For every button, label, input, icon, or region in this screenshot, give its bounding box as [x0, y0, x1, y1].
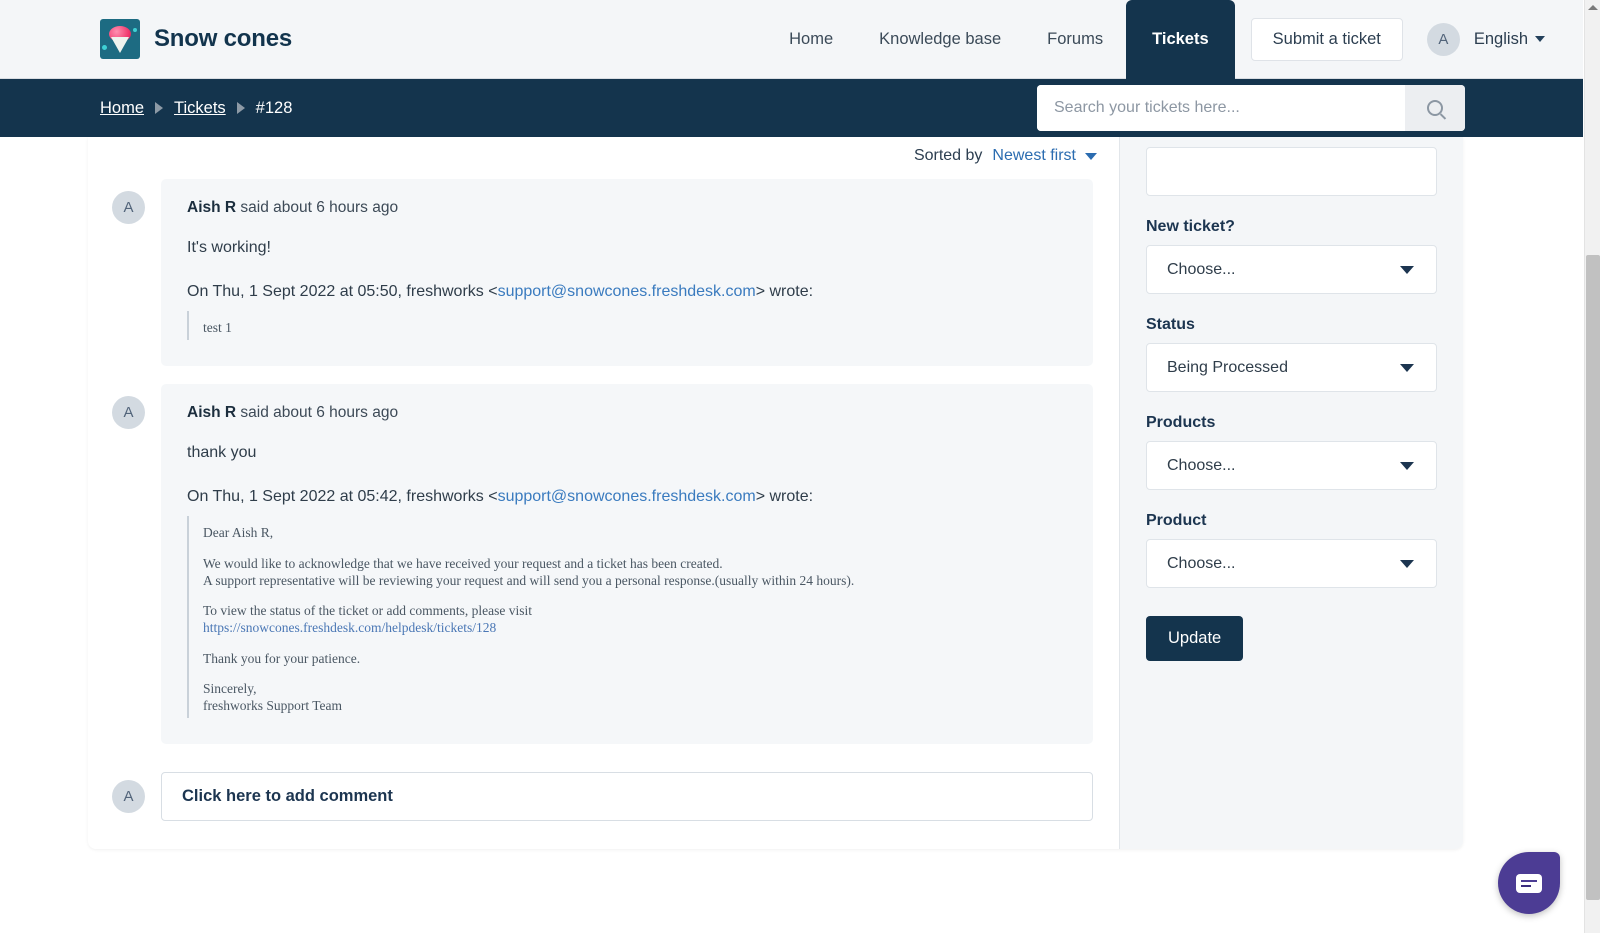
quoted-email: test 1 — [187, 311, 1067, 341]
breadcrumb-current: #128 — [255, 98, 293, 117]
sort-control: Sorted by Newest first — [88, 137, 1097, 179]
select-product[interactable]: Choose... — [1146, 539, 1437, 588]
triangle-right-icon — [155, 102, 164, 114]
caret-down-icon — [1085, 152, 1097, 160]
quote-intro-suffix: > wrote: — [755, 488, 814, 506]
language-selector[interactable]: English — [1474, 30, 1545, 49]
comment-body: thank you — [187, 444, 257, 462]
avatar: A — [112, 780, 145, 814]
language-label: English — [1473, 29, 1528, 48]
quote-intro-prefix: On Thu, 1 Sept 2022 at 05:50, freshworks… — [187, 283, 498, 300]
nav-item-home[interactable]: Home — [766, 0, 856, 79]
sort-label: Sorted by — [913, 147, 983, 164]
search-button[interactable] — [1405, 85, 1465, 131]
quote-intro-suffix: > wrote: — [755, 283, 814, 300]
ticket-search — [1037, 85, 1465, 131]
sort-value-label: Newest first — [992, 147, 1076, 164]
triangle-right-icon — [236, 102, 245, 114]
add-comment-row: A Click here to add comment — [88, 772, 1093, 822]
ticket-detail-card: Sorted by Newest first A Aish R said abo… — [88, 137, 1463, 849]
ticket-properties-sidebar: New ticket? Choose... Status Being Proce… — [1119, 137, 1463, 849]
nav-right-group: Home Knowledge base Forums Tickets Submi… — [766, 0, 1583, 79]
quoted-line-text: To view the status of the ticket or add … — [203, 603, 532, 619]
quote-intro: On Thu, 1 Sept 2022 at 05:42, freshworks… — [187, 488, 1067, 506]
sort-value-dropdown[interactable]: Newest first — [992, 147, 1097, 165]
comment-meta: Aish R said about 6 hours ago — [187, 199, 1067, 217]
snow-cone-logo-icon — [100, 19, 140, 59]
select-status-value: Being Processed — [1167, 358, 1288, 376]
brand-title: Snow cones — [154, 25, 293, 52]
select-new-ticket[interactable]: Choose... — [1146, 245, 1437, 294]
chat-widget-button[interactable] — [1498, 852, 1560, 914]
add-comment-input[interactable]: Click here to add comment — [161, 772, 1093, 822]
breadcrumb-tickets[interactable]: Tickets — [174, 99, 226, 118]
submit-ticket-button[interactable]: Submit a ticket — [1250, 17, 1403, 61]
nav-item-tickets[interactable]: Tickets — [1126, 0, 1235, 79]
caret-down-icon — [1400, 265, 1414, 274]
quote-email-link[interactable]: support@snowcones.freshdesk.com — [498, 283, 756, 300]
scrollbar-thumb[interactable] — [1586, 255, 1600, 900]
comment-author: Aish R — [187, 199, 237, 216]
search-icon — [1427, 100, 1443, 116]
field-label-status: Status — [1146, 316, 1195, 333]
ticket-url-link[interactable]: https://snowcones.freshdesk.com/helpdesk… — [203, 620, 496, 635]
quoted-line: To view the status of the ticket or add … — [203, 602, 1067, 637]
field-label-products: Products — [1146, 414, 1216, 431]
quoted-line: Thank you for your patience. — [203, 650, 361, 666]
brand[interactable]: Snow cones — [100, 19, 292, 59]
avatar: A — [112, 396, 145, 430]
search-input[interactable] — [1037, 85, 1405, 131]
select-status[interactable]: Being Processed — [1146, 343, 1437, 392]
select-new-ticket-value: Choose... — [1167, 260, 1236, 278]
field-label-new-ticket: New ticket? — [1146, 218, 1235, 235]
select-products[interactable]: Choose... — [1146, 441, 1437, 490]
comment-time: said about 6 hours ago — [236, 404, 399, 422]
breadcrumb: Home Tickets #128 — [100, 99, 292, 118]
quote-intro: On Thu, 1 Sept 2022 at 05:50, freshworks… — [187, 283, 1067, 301]
quoted-line: test 1 — [203, 320, 232, 335]
comment-meta: Aish R said about 6 hours ago — [187, 404, 1067, 422]
caret-down-icon — [1400, 461, 1414, 470]
top-field-partial[interactable] — [1146, 147, 1437, 196]
breadcrumb-home[interactable]: Home — [100, 99, 144, 118]
quoted-email: Dear Aish R, We would like to acknowledg… — [187, 516, 1067, 719]
field-label-product: Product — [1146, 512, 1207, 529]
quoted-line: Dear Aish R, — [203, 525, 274, 541]
scroll-up-arrow-icon[interactable] — [1588, 2, 1598, 12]
conversation-column: Sorted by Newest first A Aish R said abo… — [88, 137, 1119, 849]
update-button[interactable]: Update — [1146, 616, 1244, 661]
quoted-line-text: We would like to acknowledge that we hav… — [203, 555, 723, 571]
user-avatar[interactable]: A — [1426, 22, 1460, 56]
main-nav: Home Knowledge base Forums Tickets — [766, 0, 1235, 79]
caret-down-icon — [1400, 559, 1414, 568]
select-product-value: Choose... — [1167, 554, 1236, 572]
nav-item-forums[interactable]: Forums — [1024, 0, 1126, 79]
page-scrollbar[interactable] — [1584, 0, 1600, 933]
comment-item: A Aish R said about 6 hours ago It's wor… — [88, 179, 1093, 367]
quoted-line-text: Sincerely, — [203, 680, 257, 696]
comment-bubble: Aish R said about 6 hours ago thank you … — [161, 384, 1093, 745]
comment-item: A Aish R said about 6 hours ago thank yo… — [88, 384, 1093, 745]
caret-down-icon — [1400, 363, 1414, 372]
quoted-line-text: A support representative will be reviewi… — [203, 572, 855, 588]
breadcrumb-bar: Home Tickets #128 — [0, 79, 1583, 137]
quote-email-link[interactable]: support@snowcones.freshdesk.com — [498, 488, 756, 505]
quoted-line: Sincerely, freshworks Support Team — [203, 680, 1067, 715]
comment-time: said about 6 hours ago — [236, 199, 399, 216]
quote-intro-prefix: On Thu, 1 Sept 2022 at 05:42, freshworks… — [187, 488, 498, 506]
chat-bubble-icon — [1516, 873, 1542, 893]
nav-item-knowledge-base[interactable]: Knowledge base — [856, 0, 1024, 79]
comment-body: It's working! — [187, 239, 271, 256]
select-products-value: Choose... — [1167, 456, 1236, 474]
comment-bubble: Aish R said about 6 hours ago It's worki… — [161, 179, 1093, 367]
quoted-line-text: freshworks Support Team — [203, 698, 343, 714]
quoted-line: We would like to acknowledge that we hav… — [203, 555, 1067, 590]
caret-down-icon — [1535, 36, 1545, 42]
page-root: Snow cones Home Knowledge base Forums Ti… — [0, 0, 1600, 933]
comment-author: Aish R — [187, 404, 237, 422]
top-navbar: Snow cones Home Knowledge base Forums Ti… — [0, 0, 1583, 79]
avatar: A — [112, 191, 145, 224]
